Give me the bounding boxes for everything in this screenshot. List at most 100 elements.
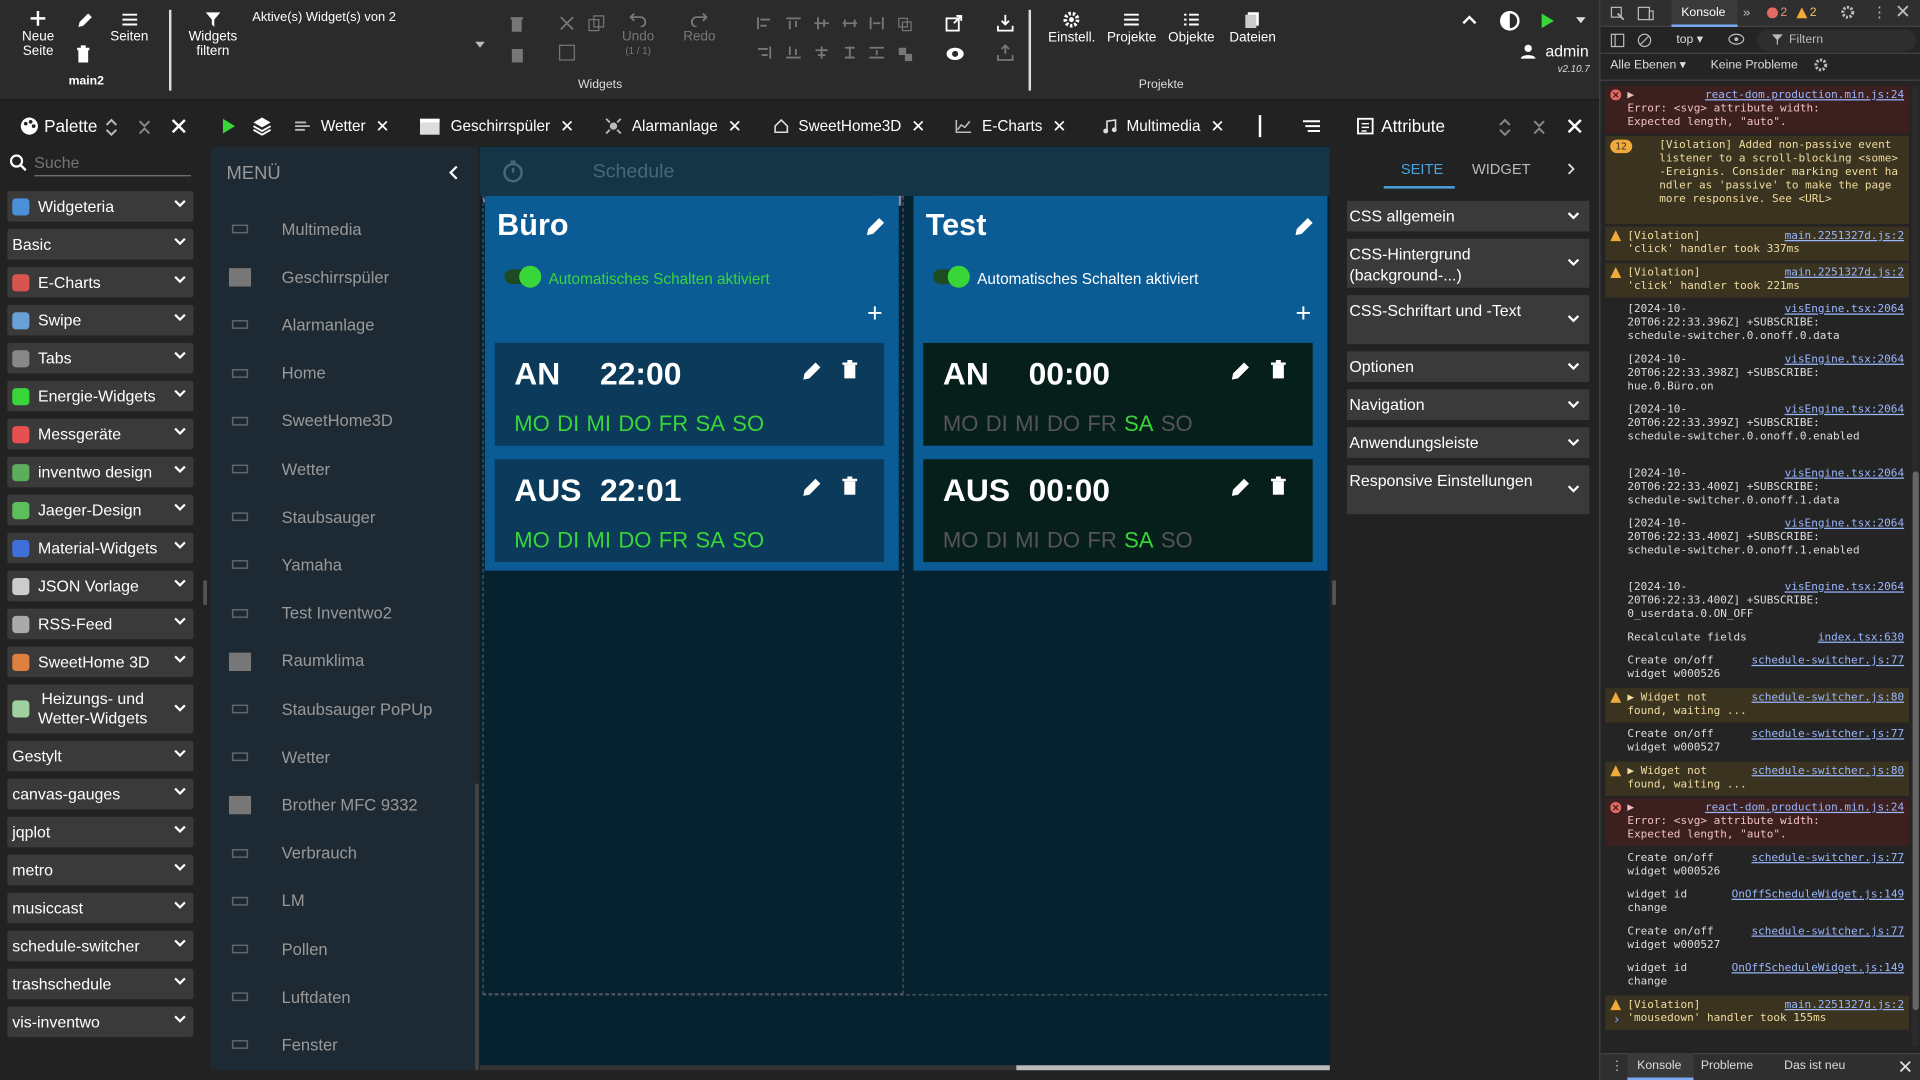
align-center-h-icon[interactable] (814, 46, 829, 59)
attributes-sort-icon[interactable] (1499, 118, 1511, 138)
console-message[interactable]: react-dom.production.min.js:24 ▶ Error: <… (1605, 798, 1909, 847)
palette-category[interactable]: Basic (7, 228, 194, 260)
active-widgets-dropdown[interactable] (475, 41, 485, 49)
paste-widget-icon[interactable] (509, 47, 526, 64)
console-message[interactable]: schedule-switcher.js:80 ▶ Widget not foun… (1605, 761, 1909, 796)
view-tab[interactable]: Geschirrspüler ✕ (419, 105, 574, 147)
delete-entry-trash-icon[interactable] (1270, 476, 1287, 496)
tabs-menu-icon[interactable] (1302, 120, 1321, 133)
source-link[interactable]: schedule-switcher.js:80 (1751, 765, 1904, 778)
pages-button[interactable]: Seiten (110, 12, 148, 44)
source-link[interactable]: schedule-switcher.js:77 (1751, 729, 1904, 742)
palette-category[interactable]: inventwo design (7, 456, 194, 488)
palette-category[interactable]: SweetHome 3D (7, 646, 194, 678)
run-view-icon[interactable] (222, 118, 236, 134)
palette-category[interactable]: trashschedule (7, 968, 194, 1000)
menu-item[interactable]: Brother MFC 9332 (228, 792, 473, 819)
menu-item[interactable]: Staubsauger PoPUp (228, 696, 473, 723)
main-h-scrollbar-thumb[interactable] (1016, 1065, 1330, 1071)
source-link[interactable]: schedule-switcher.js:77 (1751, 655, 1904, 668)
warning-count-badge[interactable]: 2 (1796, 6, 1817, 20)
delete-entry-trash-icon[interactable] (1270, 360, 1287, 380)
clear-console-icon[interactable] (1637, 33, 1652, 48)
projects-button[interactable]: Projekte (1107, 11, 1156, 45)
devtools-more-icon[interactable]: ⋮ (1872, 4, 1887, 21)
edit-entry-pencil-icon[interactable] (1229, 476, 1251, 498)
palette-category[interactable]: jqplot (7, 816, 194, 848)
console-scrollbar-thumb[interactable] (1912, 471, 1919, 1011)
view-tab[interactable]: Multimedia ✕ (1102, 105, 1225, 147)
console-message[interactable]: schedule-switcher.js:77 Create on/off wid… (1605, 651, 1909, 685)
palette-category[interactable]: Jaeger-Design (7, 494, 194, 526)
drawer-tab[interactable]: Das ist neu (1784, 1059, 1845, 1072)
redo-button[interactable]: Redo (683, 12, 715, 44)
schedule-entry[interactable]: AUS 22:01 MO DI MI DO FR SA SO (494, 459, 885, 563)
export-icon[interactable] (997, 44, 1014, 61)
devtools-close-icon[interactable] (1897, 5, 1909, 17)
menu-item[interactable]: Test Inventwo2 (228, 600, 473, 627)
console-message[interactable]: main.2251327d.js:2 [Violation] 'click' ha… (1605, 226, 1909, 261)
view-tab[interactable]: E-Charts ✕ (955, 105, 1067, 147)
align-top-icon[interactable] (786, 17, 801, 30)
align-center-v-icon[interactable] (814, 17, 829, 30)
log-levels-dropdown[interactable]: Alle Ebenen ▾ (1610, 59, 1686, 72)
menu-collapse-icon[interactable] (448, 165, 458, 180)
user-name[interactable]: admin (1545, 42, 1588, 60)
distribute-h-icon[interactable] (842, 17, 858, 29)
console-message[interactable]: schedule-switcher.js:77 Create on/off wid… (1605, 922, 1909, 956)
group-icon[interactable] (898, 17, 913, 32)
card-title[interactable]: Büro (497, 208, 568, 244)
attribute-section[interactable]: Anwendungsleiste (1346, 427, 1590, 458)
add-entry-plus-icon[interactable]: + (1296, 299, 1312, 326)
menu-item[interactable]: Wetter (228, 456, 473, 483)
palette-category[interactable]: Widgeteria (7, 191, 194, 222)
console-message[interactable]: OnOffScheduleWidget.js:149 widget id chan… (1605, 885, 1909, 919)
layers-icon[interactable] (252, 116, 272, 136)
copy-widget-icon[interactable] (558, 44, 575, 61)
issues-label[interactable]: Keine Probleme (1711, 59, 1798, 72)
menu-item[interactable]: Verbrauch (228, 840, 473, 867)
console-message[interactable]: visEngine.tsx:2064 [2024-10- 20T06:22:33.… (1605, 350, 1909, 398)
drawer-tab[interactable]: Probleme (1701, 1059, 1753, 1072)
drawer-menu-icon[interactable]: ⋮ (1610, 1058, 1623, 1074)
palette-category[interactable]: Energie-Widgets (7, 380, 194, 412)
align-bottom-icon[interactable] (786, 46, 801, 59)
delete-entry-trash-icon[interactable] (841, 360, 858, 380)
preview-eye-icon[interactable] (945, 47, 965, 62)
source-link[interactable]: visEngine.tsx:2064 (1785, 582, 1904, 595)
menu-item[interactable]: Alarmanlage (228, 312, 473, 339)
palette-category[interactable]: Material-Widgets (7, 532, 194, 564)
live-expression-eye-icon[interactable] (1728, 33, 1745, 45)
source-link[interactable]: visEngine.tsx:2064 (1785, 404, 1904, 417)
console-filter-input[interactable]: Filtern (1789, 33, 1823, 46)
console-settings-icon[interactable] (1813, 58, 1828, 73)
palette-category[interactable]: Swipe (7, 304, 194, 336)
undo-button[interactable]: Undo (1 / 1) (622, 12, 654, 59)
menu-scrollbar[interactable] (475, 783, 479, 1071)
close-attributes-icon[interactable] (1567, 119, 1582, 134)
menu-item[interactable]: SweetHome3D (228, 408, 473, 435)
close-palette-icon[interactable] (171, 119, 186, 134)
menu-item[interactable]: Pollen (228, 936, 473, 963)
files-button[interactable]: Dateien (1229, 11, 1276, 45)
view-tab[interactable]: SweetHome3D ✕ (774, 105, 925, 147)
attribute-section[interactable]: Navigation (1346, 389, 1590, 421)
source-link[interactable]: index.tsx:630 (1818, 632, 1904, 645)
menu-item[interactable]: LM (228, 888, 473, 915)
console-message[interactable]: index.tsx:630 Recalculate fields (1605, 628, 1909, 649)
edit-entry-pencil-icon[interactable] (801, 360, 823, 382)
source-link[interactable]: visEngine.tsx:2064 (1785, 518, 1904, 531)
source-link[interactable]: schedule-switcher.js:80 (1751, 692, 1904, 705)
close-tab-icon[interactable]: ✕ (911, 116, 925, 137)
console-message[interactable]: OnOffScheduleWidget.js:149 widget id chan… (1605, 959, 1909, 993)
error-count-badge[interactable]: 2 (1766, 6, 1787, 20)
menu-item[interactable]: Multimedia (228, 216, 473, 243)
user-icon[interactable] (1520, 44, 1536, 59)
source-link[interactable]: visEngine.tsx:2064 (1785, 304, 1904, 317)
palette-category[interactable]: Gestylt (7, 740, 194, 772)
menu-item[interactable]: Staubsauger (228, 503, 473, 530)
cut-icon[interactable] (558, 15, 575, 32)
source-link[interactable]: react-dom.production.min.js:24 (1705, 89, 1904, 102)
delete-entry-trash-icon[interactable] (841, 476, 858, 496)
align-left-icon[interactable] (757, 17, 772, 30)
